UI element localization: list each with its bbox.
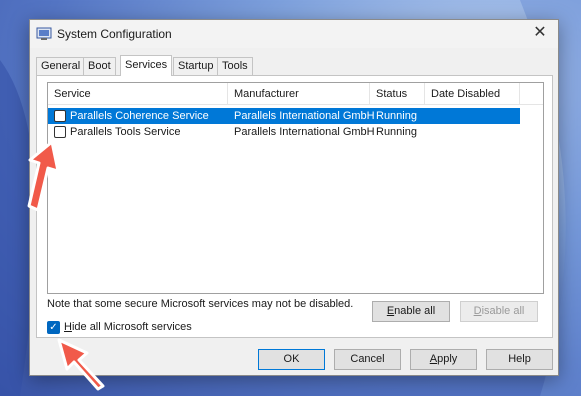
hide-mnemonic: H <box>64 321 72 333</box>
apply-button[interactable]: Apply <box>410 349 477 370</box>
service-checkbox[interactable] <box>54 126 66 138</box>
msconfig-icon <box>36 27 52 40</box>
annotation-arrow-up-icon <box>27 140 60 212</box>
service-manufacturer: Parallels International GmbH <box>234 110 375 122</box>
ok-button[interactable]: OK <box>258 349 325 370</box>
title-bar: System Configuration ✕ <box>30 20 558 48</box>
service-status: Running <box>376 126 417 138</box>
service-name: Parallels Tools Service <box>70 126 181 138</box>
column-date-disabled[interactable]: Date Disabled <box>425 83 520 105</box>
disable-all-button[interactable]: Disable all <box>460 301 538 322</box>
service-checkbox[interactable] <box>54 110 66 122</box>
service-name: Parallels Coherence Service <box>70 110 209 122</box>
service-manufacturer: Parallels International GmbH <box>234 126 375 138</box>
cancel-button[interactable]: Cancel <box>334 349 401 370</box>
services-list[interactable]: Service Manufacturer Status Date Disable… <box>47 82 544 294</box>
help-button[interactable]: Help <box>486 349 553 370</box>
secure-services-note: Note that some secure Microsoft services… <box>47 298 354 310</box>
disable-all-label: isable all <box>481 305 525 317</box>
disable-all-mnemonic: D <box>473 305 482 317</box>
window-title: System Configuration <box>57 27 172 41</box>
enable-all-button[interactable]: Enable all <box>372 301 450 322</box>
tab-tools[interactable]: Tools <box>217 57 253 75</box>
tab-startup[interactable]: Startup <box>173 57 219 75</box>
hide-label-text: ide all Microsoft services <box>71 321 192 333</box>
service-status: Running <box>376 110 417 122</box>
column-status[interactable]: Status <box>370 83 425 105</box>
enable-all-label: nable all <box>394 305 436 317</box>
tab-general[interactable]: General <box>36 57 86 75</box>
service-row[interactable]: Parallels Tools Service Parallels Intern… <box>48 124 520 140</box>
hide-microsoft-services-checkbox[interactable]: ✓ <box>47 321 60 334</box>
column-service[interactable]: Service <box>48 83 228 105</box>
hide-microsoft-services-label[interactable]: Hide all Microsoft services <box>64 321 192 333</box>
column-manufacturer[interactable]: Manufacturer <box>228 83 370 105</box>
service-row[interactable]: Parallels Coherence Service Parallels In… <box>48 108 520 124</box>
annotation-arrow-up-left-icon <box>57 338 105 391</box>
tab-boot[interactable]: Boot <box>83 57 116 75</box>
services-panel: Service Manufacturer Status Date Disable… <box>36 75 553 338</box>
system-configuration-dialog: System Configuration ✕ General Boot Serv… <box>29 19 559 376</box>
tab-services[interactable]: Services <box>120 55 173 76</box>
apply-mnemonic: A <box>429 353 438 365</box>
apply-label: pply <box>437 353 458 365</box>
tab-strip: General Boot Services Startup Tools <box>36 55 556 76</box>
close-button[interactable]: ✕ <box>530 23 550 43</box>
list-header: Service Manufacturer Status Date Disable… <box>48 83 543 105</box>
